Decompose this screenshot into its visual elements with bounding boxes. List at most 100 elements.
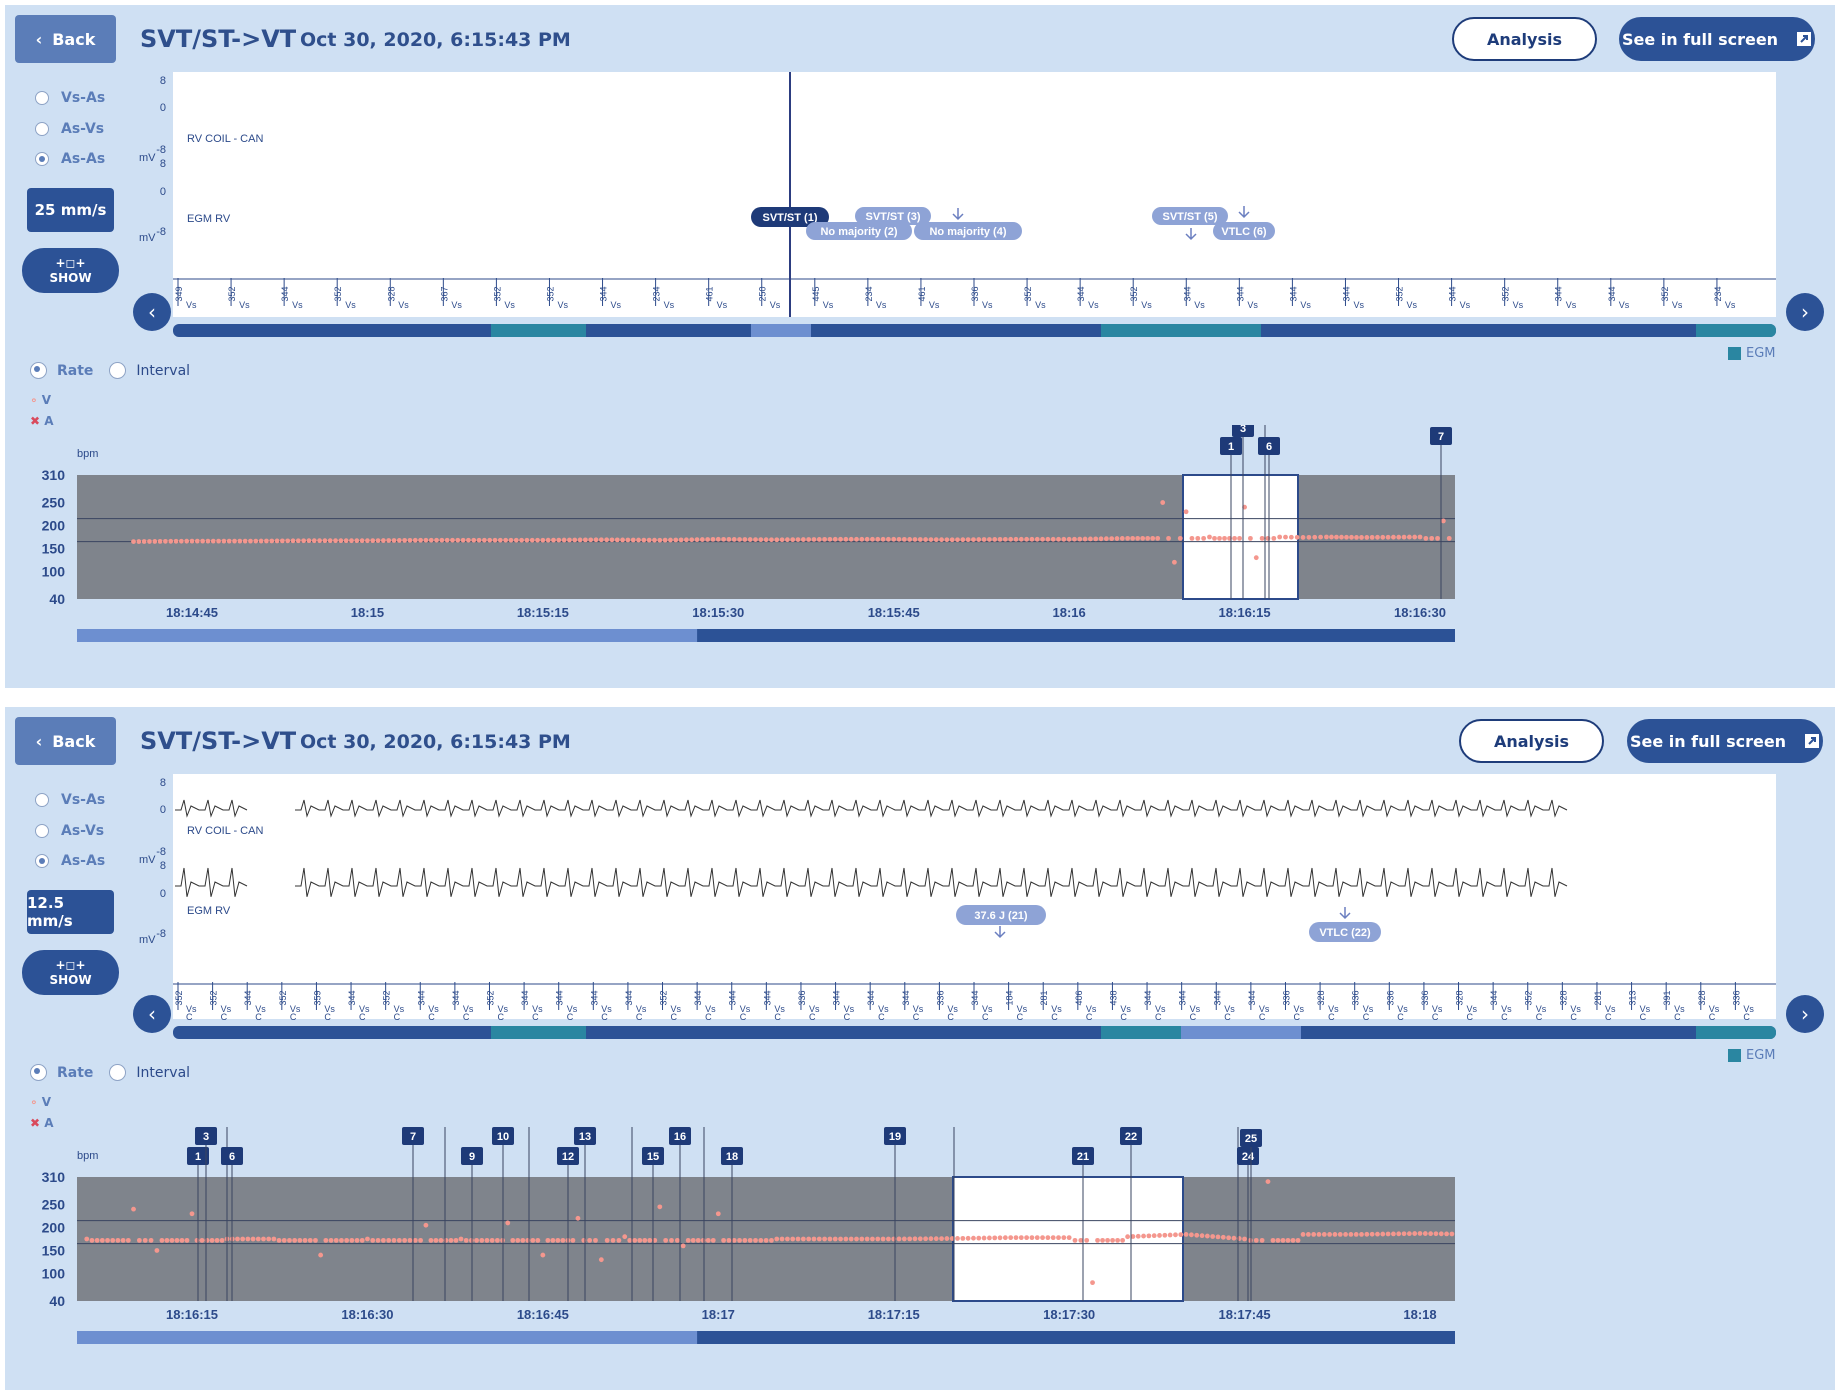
rate-point <box>593 1237 598 1243</box>
radio-as-as[interactable]: As-As <box>35 151 105 167</box>
mv-tick: 8 <box>160 158 166 170</box>
rate-point <box>1146 1233 1152 1239</box>
rate-radio[interactable] <box>30 1064 47 1081</box>
rate-point <box>453 1237 459 1243</box>
interval-radio[interactable] <box>109 1064 127 1081</box>
radio-as-vs[interactable]: As-Vs <box>35 121 104 137</box>
rate-point <box>790 1236 796 1242</box>
rate-point <box>1008 1235 1014 1241</box>
rate-point <box>214 1237 220 1243</box>
analysis-button[interactable]: Analysis <box>1459 719 1604 763</box>
prev-button[interactable]: ‹ <box>133 995 171 1033</box>
marker-vtlc-22[interactable]: VTLC (22) <box>1309 922 1381 942</box>
show-button[interactable]: +◻+ SHOW <box>22 248 119 293</box>
time-scroller-thumb[interactable] <box>697 1331 1455 1344</box>
rate-point <box>281 1237 287 1243</box>
next-button[interactable]: › <box>1786 995 1824 1033</box>
back-button[interactable]: ‹ Back <box>15 15 116 63</box>
rate-point <box>1077 536 1083 542</box>
interval-value: 344 <box>1212 990 1222 1005</box>
rate-point <box>1417 534 1423 540</box>
rate-point <box>1178 1232 1184 1238</box>
rate-point <box>705 537 711 542</box>
back-button[interactable]: ‹ Back <box>15 717 116 765</box>
rate-point <box>976 1235 982 1241</box>
interval-label: Interval <box>136 362 191 379</box>
chevron-left-icon: ‹ <box>35 731 43 751</box>
interval-code: C <box>1709 1012 1716 1022</box>
rate-point <box>1217 535 1222 541</box>
radio-vs-as[interactable]: Vs-As <box>35 792 105 808</box>
fullscreen-button[interactable]: See in full screen <box>1627 719 1823 763</box>
time-scroller-thumb[interactable] <box>697 629 1455 642</box>
interval-code: Vs <box>186 300 197 310</box>
rate-point <box>1396 1231 1402 1237</box>
marker-svtst-5[interactable]: SVT/ST (5) <box>1152 207 1228 225</box>
radio-as-vs[interactable]: As-Vs <box>35 823 104 839</box>
rate-point <box>524 537 530 543</box>
next-button[interactable]: › <box>1786 293 1824 331</box>
chevron-left-icon: ‹ <box>148 300 156 324</box>
interval-code: C <box>1259 1012 1266 1022</box>
interval-radio[interactable] <box>109 362 127 379</box>
interval-code: C <box>1120 1012 1127 1022</box>
mv-tick: 8 <box>160 75 166 87</box>
rate-point <box>1385 1231 1391 1237</box>
rate-point <box>476 537 482 543</box>
fullscreen-button[interactable]: See in full screen <box>1619 17 1815 61</box>
interval-value: 344 <box>1607 286 1617 301</box>
rate-point <box>1412 1231 1418 1236</box>
prev-button[interactable]: ‹ <box>133 293 171 331</box>
rate-radio[interactable] <box>30 362 47 379</box>
rate-point <box>253 538 259 544</box>
rate-point <box>1423 535 1429 541</box>
rate-point <box>1135 1233 1141 1239</box>
show-button[interactable]: +◻+ SHOW <box>22 950 119 995</box>
marker-no-majority-4[interactable]: No majority (4) <box>914 222 1022 240</box>
rate-point <box>433 1237 439 1243</box>
rate-point <box>859 536 865 542</box>
interval-code: Vs <box>1194 300 1205 310</box>
rate-point <box>147 539 152 544</box>
egm-legend: EGM <box>1728 346 1776 361</box>
egm-legend-label: EGM <box>1746 346 1776 361</box>
speed-button[interactable]: 25 mm/s <box>27 188 114 232</box>
rate-point <box>380 1237 386 1243</box>
rate-point <box>152 539 158 544</box>
interval-value: 344 <box>1143 990 1153 1005</box>
marker-svtst-3[interactable]: SVT/ST (3) <box>855 207 931 225</box>
egm-timeline-bar[interactable] <box>173 1026 1776 1039</box>
speed-button[interactable]: 12.5 mm/s <box>27 890 114 934</box>
channel-label-egm-rv: EGM RV <box>187 213 231 225</box>
rate-chart[interactable]: bpm 310 250 200 150 100 40 18:14:45 18:15 18:15:… <box>25 425 1815 685</box>
interval-value: 344 <box>451 990 461 1005</box>
marker-shock-21[interactable]: 37.6 J (21) <box>956 905 1046 925</box>
interval-value: 336 <box>1420 990 1430 1005</box>
rate-point <box>758 537 764 543</box>
rate-point <box>944 1236 950 1241</box>
x-tick-label: 18:18 <box>1403 1307 1436 1322</box>
rate-point <box>110 1237 116 1243</box>
egm-timeline-bar[interactable] <box>173 324 1776 337</box>
interval-value: 352 <box>1501 286 1511 301</box>
interval-code: C <box>913 1012 920 1022</box>
analysis-button[interactable]: Analysis <box>1452 17 1597 61</box>
rate-point <box>965 537 971 543</box>
rate-point <box>232 538 237 544</box>
radio-vs-as[interactable]: Vs-As <box>35 90 105 106</box>
rate-point <box>1324 534 1329 540</box>
rate-point <box>1189 535 1195 541</box>
radio-as-as[interactable]: As-As <box>35 853 105 869</box>
marker-vtlc-6[interactable]: VTLC (6) <box>1213 222 1275 240</box>
rate-point <box>1098 536 1104 542</box>
rate-point <box>870 536 875 542</box>
rate-point <box>685 1237 691 1243</box>
rate-point <box>1177 535 1183 541</box>
interval-code: C <box>463 1012 470 1022</box>
rate-chart[interactable]: bpm 3102502001501004018:16:15 18:16:30 18:… <box>25 1127 1815 1387</box>
rate-point <box>545 537 551 543</box>
rate-point <box>157 538 163 544</box>
interval-value: 336 <box>935 990 945 1005</box>
rate-point <box>1396 534 1402 540</box>
rate-point <box>292 1237 298 1243</box>
